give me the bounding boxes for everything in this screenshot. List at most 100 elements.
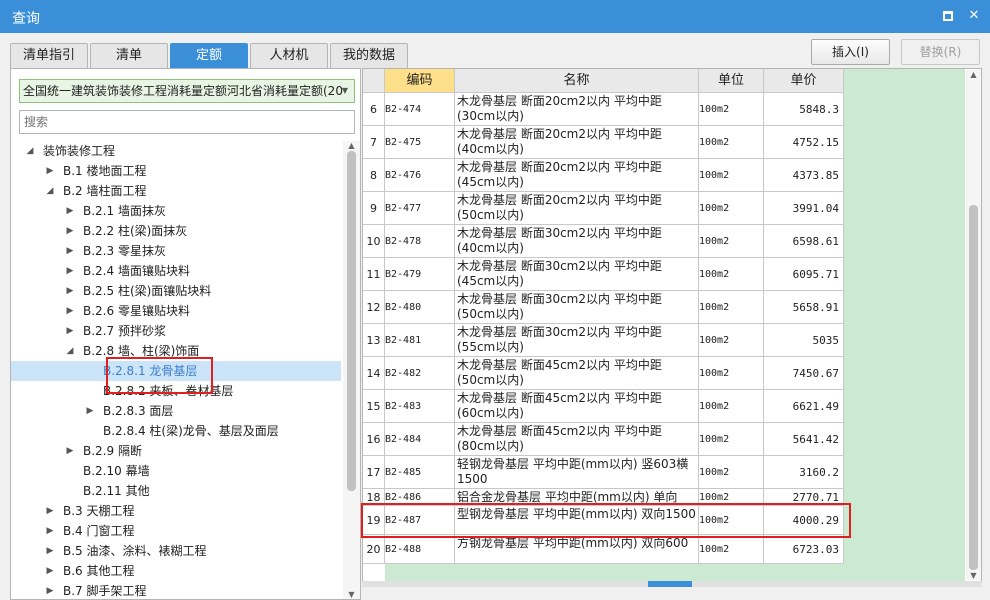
grid-cell-code[interactable]: B2-479 [385, 258, 455, 291]
tree-item[interactable]: ◢ 装饰装修工程 [11, 141, 341, 161]
grid-cell-unit[interactable]: 100m2 [699, 159, 764, 192]
grid-cell-price[interactable]: 5658.91 [764, 291, 844, 324]
grid-cell-unit[interactable]: 100m2 [699, 324, 764, 357]
expand-arrow-icon[interactable]: ▶ [65, 261, 75, 281]
tree-item[interactable]: ▶ B.2.6 零星镶贴块料 [11, 301, 341, 321]
grid-cell-price[interactable]: 6598.61 [764, 225, 844, 258]
grid-cell-name[interactable]: 木龙骨基层 断面30cm2以内 平均中距(40cm以内) [455, 225, 699, 258]
tree-item[interactable]: B.2.10 幕墙 [11, 461, 341, 481]
grid-cell-name[interactable]: 木龙骨基层 断面30cm2以内 平均中距(45cm以内) [455, 258, 699, 291]
tree-item[interactable]: ▶ B.2.1 墙面抹灰 [11, 201, 341, 221]
tree-item[interactable]: ▶ B.2.4 墙面镶贴块料 [11, 261, 341, 281]
grid-cell-num[interactable]: 6 [363, 93, 385, 126]
grid-cell-unit[interactable]: 100m2 [699, 93, 764, 126]
insert-button[interactable]: 插入(I) [811, 39, 890, 65]
expand-arrow-icon[interactable]: ▶ [45, 561, 55, 581]
tree-item[interactable]: ▶ B.4 门窗工程 [11, 521, 341, 541]
tree-scrollbar[interactable]: ▲ ▼ [343, 141, 360, 599]
grid-cell-name[interactable]: 木龙骨基层 断面20cm2以内 平均中距(40cm以内) [455, 126, 699, 159]
tree-item[interactable]: ▶ B.1 楼地面工程 [11, 161, 341, 181]
grid-cell-name[interactable]: 木龙骨基层 断面20cm2以内 平均中距(45cm以内) [455, 159, 699, 192]
replace-button[interactable]: 替换(R) [901, 39, 980, 65]
expand-arrow-icon[interactable]: ▶ [45, 541, 55, 561]
grid-cell-code[interactable]: B2-480 [385, 291, 455, 324]
grid-cell-price[interactable]: 6095.71 [764, 258, 844, 291]
grid-cell-name[interactable]: 木龙骨基层 断面20cm2以内 平均中距(30cm以内) [455, 93, 699, 126]
grid-cell-code[interactable]: B2-475 [385, 126, 455, 159]
expand-arrow-icon[interactable]: ▶ [65, 221, 75, 241]
grid-header-code[interactable]: 编码 [385, 69, 455, 93]
grid-cell-num[interactable]: 20 [363, 535, 385, 564]
grid-cell-num[interactable]: 7 [363, 126, 385, 159]
tree-item[interactable]: ▶ B.2.8.3 面层 [11, 401, 341, 421]
grid-cell-num[interactable]: 16 [363, 423, 385, 456]
grid-cell-unit[interactable]: 100m2 [699, 535, 764, 564]
grid-cell-price[interactable]: 3160.2 [764, 456, 844, 489]
grid-cell-price[interactable]: 3991.04 [764, 192, 844, 225]
tab-labor-material-machine[interactable]: 人材机 [250, 43, 328, 68]
expand-arrow-icon[interactable]: ▶ [65, 321, 75, 341]
grid-header-name[interactable]: 名称 [455, 69, 699, 93]
grid-cell-num[interactable]: 12 [363, 291, 385, 324]
grid-cell-code[interactable]: B2-474 [385, 93, 455, 126]
grid-cell-name[interactable]: 木龙骨基层 断面45cm2以内 平均中距(50cm以内) [455, 357, 699, 390]
grid-cell-num[interactable]: 8 [363, 159, 385, 192]
grid-splitter[interactable] [362, 581, 982, 587]
expand-arrow-icon[interactable]: ▶ [45, 161, 55, 181]
grid-cell-price[interactable]: 7450.67 [764, 357, 844, 390]
close-icon[interactable]: ✕ [966, 8, 982, 24]
search-input[interactable] [19, 110, 355, 134]
expand-arrow-icon[interactable]: ▶ [65, 281, 75, 301]
grid-cell-unit[interactable]: 100m2 [699, 192, 764, 225]
tree-item[interactable]: B.2.8.4 柱(梁)龙骨、基层及面层 [11, 421, 341, 441]
grid-cell-price[interactable]: 5848.3 [764, 93, 844, 126]
tree-item[interactable]: ▶ B.2.5 柱(梁)面镶贴块料 [11, 281, 341, 301]
grid-cell-num[interactable]: 14 [363, 357, 385, 390]
grid-cell-name[interactable]: 轻钢龙骨基层 平均中距(mm以内) 竖603横1500 [455, 456, 699, 489]
grid-cell-code[interactable]: B2-488 [385, 535, 455, 564]
scroll-down-icon[interactable]: ▼ [343, 590, 360, 599]
tree-item[interactable]: ▶ B.2.9 隔断 [11, 441, 341, 461]
grid-cell-price[interactable]: 6723.03 [764, 535, 844, 564]
grid-cell-code[interactable]: B2-476 [385, 159, 455, 192]
tree-item[interactable]: ▶ B.2.2 柱(梁)面抹灰 [11, 221, 341, 241]
splitter-grip-icon[interactable] [648, 581, 692, 587]
expand-arrow-icon[interactable]: ▶ [45, 581, 55, 600]
tree-item[interactable]: ▶ B.5 油漆、涂料、裱糊工程 [11, 541, 341, 561]
expand-arrow-icon[interactable]: ▶ [65, 241, 75, 261]
grid-cell-code[interactable]: B2-484 [385, 423, 455, 456]
scrollbar-thumb[interactable] [969, 205, 978, 570]
tree-item[interactable]: ▶ B.2.7 预拌砂浆 [11, 321, 341, 341]
library-select[interactable]: 全国统一建筑装饰装修工程消耗量定额河北省消耗量定额(20 ▼ [19, 79, 355, 103]
grid-cell-name[interactable]: 木龙骨基层 断面45cm2以内 平均中距(80cm以内) [455, 423, 699, 456]
grid-cell-price[interactable]: 4752.15 [764, 126, 844, 159]
grid-header-unit[interactable]: 单位 [699, 69, 764, 93]
collapse-arrow-icon[interactable]: ◢ [45, 181, 55, 201]
grid-cell-num[interactable]: 17 [363, 456, 385, 489]
tree-item[interactable]: B.2.11 其他 [11, 481, 341, 501]
grid-cell-unit[interactable]: 100m2 [699, 258, 764, 291]
scroll-up-icon[interactable]: ▲ [343, 141, 360, 150]
grid-cell-num[interactable]: 15 [363, 390, 385, 423]
grid-cell-num[interactable]: 10 [363, 225, 385, 258]
grid-cell-price[interactable]: 5641.42 [764, 423, 844, 456]
grid-cell-num[interactable]: 11 [363, 258, 385, 291]
collapse-arrow-icon[interactable]: ◢ [65, 341, 75, 361]
scrollbar-thumb[interactable] [347, 151, 356, 491]
expand-arrow-icon[interactable]: ▶ [65, 201, 75, 221]
tree-item[interactable]: ▶ B.6 其他工程 [11, 561, 341, 581]
grid-cell-code[interactable]: B2-481 [385, 324, 455, 357]
grid-cell-code[interactable]: B2-483 [385, 390, 455, 423]
grid-cell-name[interactable]: 木龙骨基层 断面30cm2以内 平均中距(50cm以内) [455, 291, 699, 324]
grid-cell-price[interactable]: 6621.49 [764, 390, 844, 423]
tree-item[interactable]: ▶ B.7 脚手架工程 [11, 581, 341, 600]
expand-arrow-icon[interactable]: ▶ [45, 521, 55, 541]
maximize-icon[interactable] [940, 8, 956, 24]
scroll-down-icon[interactable]: ▼ [966, 571, 981, 580]
grid-cell-price[interactable]: 5035 [764, 324, 844, 357]
grid-cell-unit[interactable]: 100m2 [699, 357, 764, 390]
grid-cell-unit[interactable]: 100m2 [699, 456, 764, 489]
grid-cell-code[interactable]: B2-478 [385, 225, 455, 258]
collapse-arrow-icon[interactable]: ◢ [25, 141, 35, 161]
scroll-up-icon[interactable]: ▲ [966, 70, 981, 79]
